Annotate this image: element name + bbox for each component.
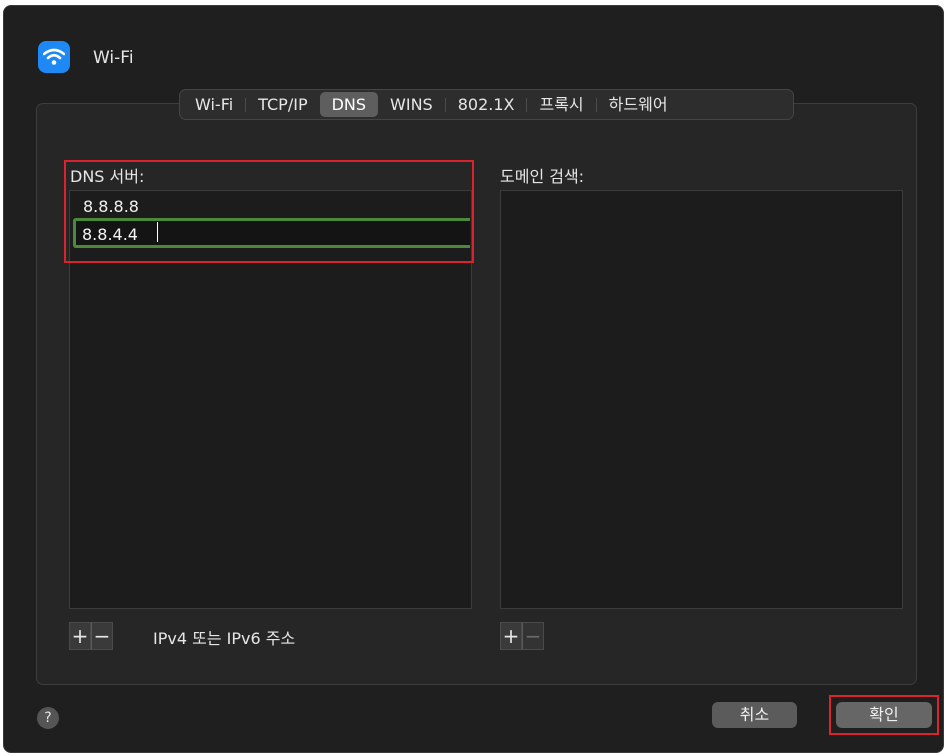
domain-add-button[interactable]: + <box>500 622 522 650</box>
tab-hardware[interactable]: 하드웨어 <box>597 92 680 117</box>
cancel-button[interactable]: 취소 <box>712 702 797 728</box>
tab-wins[interactable]: WINS <box>378 92 445 117</box>
dns-address-hint: IPv4 또는 IPv6 주소 <box>153 629 296 648</box>
search-domains-label: 도메인 검색: <box>500 167 585 186</box>
domain-remove-button[interactable]: − <box>522 622 544 650</box>
tab-proxy[interactable]: 프록시 <box>527 92 595 117</box>
dns-servers-list[interactable] <box>69 190 472 609</box>
dns-servers-label: DNS 서버: <box>70 167 145 186</box>
tab-bar: Wi-Fi TCP/IP DNS WINS 802.1X 프록시 하드웨어 <box>179 89 794 120</box>
dns-server-input[interactable] <box>82 223 462 245</box>
tab-wifi[interactable]: Wi-Fi <box>183 92 245 117</box>
text-cursor <box>157 222 158 242</box>
dns-server-edit-field[interactable] <box>73 218 470 248</box>
tab-tcpip[interactable]: TCP/IP <box>246 92 319 117</box>
domain-add-remove-control: + − <box>500 622 544 650</box>
ok-button[interactable]: 확인 <box>836 702 932 728</box>
dns-server-entry[interactable]: 8.8.8.8 <box>83 197 139 216</box>
help-button[interactable]: ? <box>37 707 59 729</box>
window-title: Wi-Fi <box>93 48 134 68</box>
dns-add-button[interactable]: + <box>69 622 91 650</box>
wifi-icon <box>38 41 70 73</box>
dns-add-remove-control: + − <box>69 622 113 650</box>
tab-8021x[interactable]: 802.1X <box>446 92 527 117</box>
dns-remove-button[interactable]: − <box>91 622 113 650</box>
tab-dns[interactable]: DNS <box>319 92 379 117</box>
search-domains-list[interactable] <box>500 190 903 609</box>
